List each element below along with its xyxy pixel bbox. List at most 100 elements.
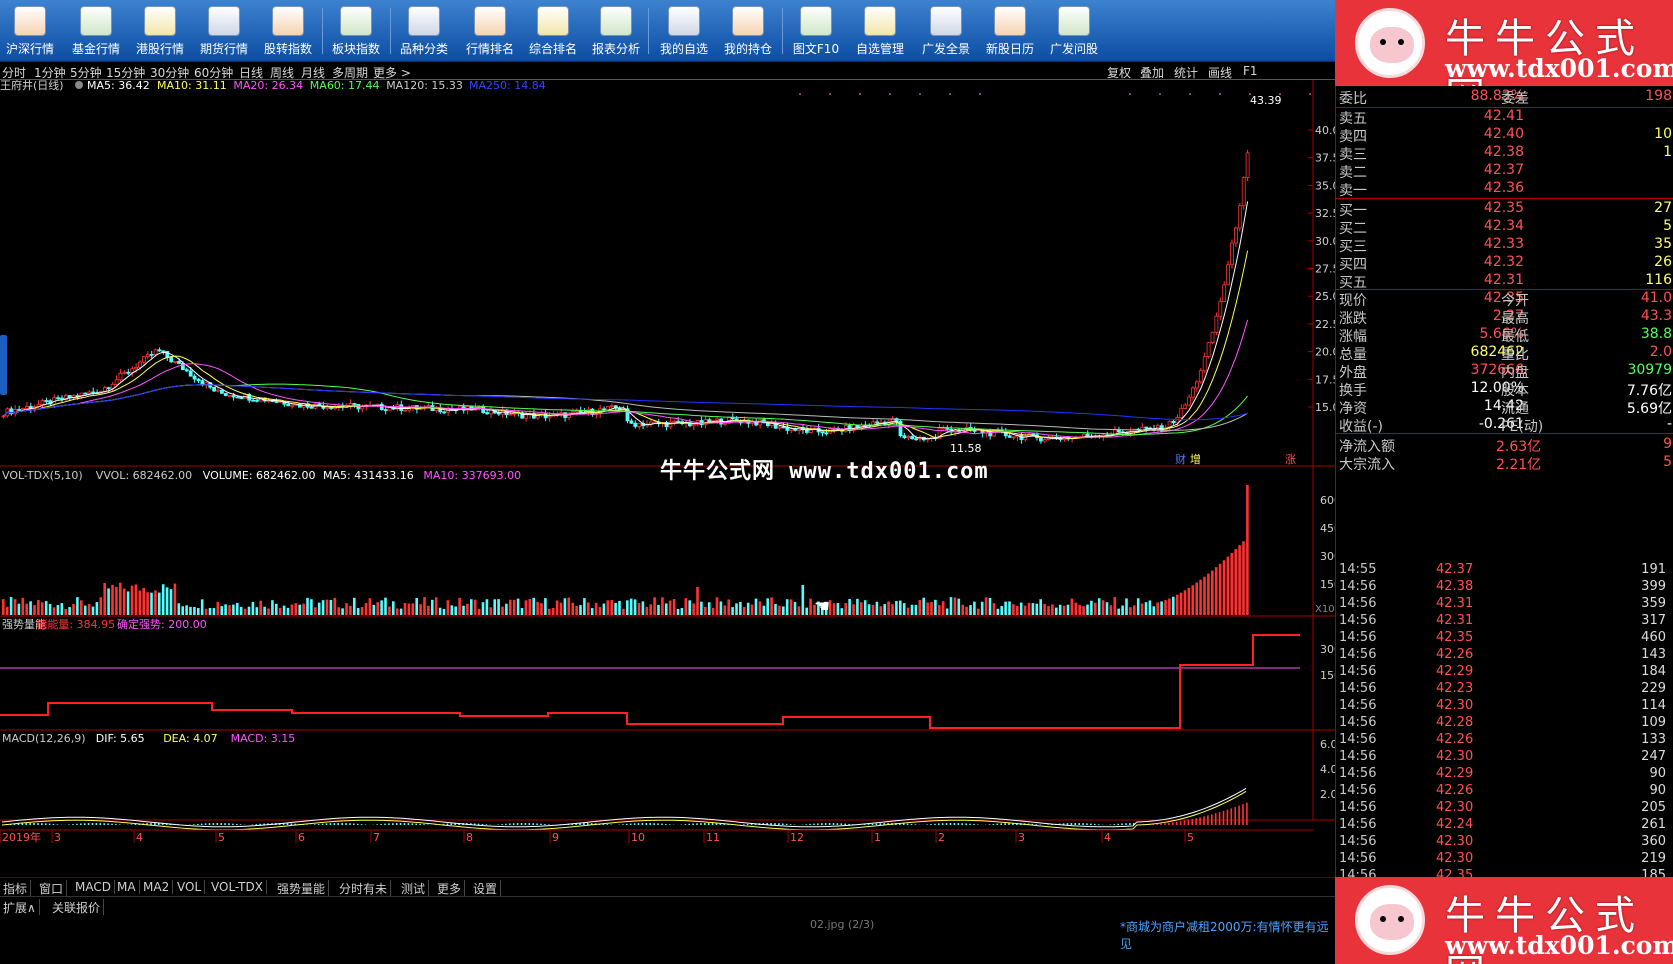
toolbar-button[interactable]: 港股行情 xyxy=(130,4,190,58)
toolbar-button[interactable]: 基金行情 xyxy=(66,4,126,58)
tick-time: 14:56 xyxy=(1339,681,1377,696)
report-icon xyxy=(600,6,632,36)
indicator-tab[interactable]: MA2 xyxy=(140,880,174,894)
macd-bar xyxy=(871,823,874,825)
volume-bar xyxy=(860,602,863,615)
macd-bar xyxy=(403,823,406,825)
chart-tool-button[interactable]: F1 xyxy=(1243,64,1258,78)
volume-bar xyxy=(551,608,555,615)
tick-volume: 360 xyxy=(1641,834,1666,849)
candle-body xyxy=(906,436,911,439)
indicator-legend-item: DIF: 5.65 xyxy=(96,732,145,745)
tick-list[interactable]: 14:55 42.37 191 14:56 42.38 399 14:56 42.31 359 1… xyxy=(1335,562,1673,917)
timeframe-tab[interactable]: 月线 xyxy=(301,64,325,81)
indicator-tab[interactable]: 强势量能 xyxy=(274,880,330,897)
tick-row: 14:56 42.30 219 xyxy=(1336,851,1673,868)
indicator-tab[interactable]: 指标 xyxy=(0,880,32,897)
toolbar-button[interactable]: 综合排名 xyxy=(523,4,583,58)
volume-bar xyxy=(142,587,145,615)
quote-value: 43.3 xyxy=(1640,308,1672,324)
volume-bar xyxy=(1133,605,1136,615)
indicator-tab[interactable]: 更多 xyxy=(434,880,466,897)
macd-bar xyxy=(524,823,527,825)
timeframe-tab[interactable]: 60分钟 xyxy=(194,64,233,81)
timeframe-tab[interactable]: 日线 xyxy=(239,64,263,81)
ma-legend-item: MA120: 15.33 xyxy=(386,80,463,92)
volume-bar xyxy=(197,608,200,615)
tick-time: 14:56 xyxy=(1339,749,1377,764)
toolbar-button[interactable]: 我的持仓 xyxy=(718,4,778,58)
volume-bar xyxy=(353,597,356,615)
indicator-legend-item: MACD: 3.15 xyxy=(231,732,296,745)
volume-bar xyxy=(711,607,715,615)
indicator-tab[interactable]: VOL xyxy=(174,880,206,894)
indicator-tab[interactable]: MACD xyxy=(72,880,115,894)
volume-bar xyxy=(325,599,329,615)
chart-tool-button[interactable]: 画线 xyxy=(1208,64,1232,81)
macd-bar xyxy=(1187,819,1190,825)
timeframe-tab[interactable]: 1分钟 xyxy=(34,64,66,81)
indicator-tab[interactable]: 测试 xyxy=(398,880,430,897)
indicator-tab[interactable]: 分时有未 xyxy=(336,880,392,897)
volume-bar xyxy=(555,600,559,615)
macd-bar xyxy=(1094,823,1096,825)
toolbar-button-label: 广发问股 xyxy=(1049,42,1098,56)
volume-bar xyxy=(1148,600,1152,615)
brand-banner-top: 牛牛公式网 www.tdx001.com xyxy=(1335,0,1673,120)
trading-app: 沪深行情 基金行情 港股行情 期货行情 股转指数 板块指数 品种分类 行情排名 综合排名 报表分析… xyxy=(0,0,1673,964)
timeframe-tab[interactable]: 多周期 xyxy=(332,64,368,81)
ma-legend-item: MA20: 26.34 xyxy=(233,80,303,92)
indicator-tab[interactable]: 窗口 xyxy=(36,880,68,897)
toolbar-button[interactable]: 广发问股 xyxy=(1044,4,1104,58)
volume-bar xyxy=(571,602,574,615)
volume-bar xyxy=(567,597,571,615)
tick-time: 14:56 xyxy=(1339,817,1377,832)
toolbar-button[interactable]: 广发全景 xyxy=(916,4,976,58)
volume-bar xyxy=(692,603,695,615)
toolbar-button[interactable]: 沪深行情 xyxy=(0,4,60,58)
candle-body xyxy=(672,420,677,423)
toolbar-button[interactable]: 新股日历 xyxy=(980,4,1040,58)
brand-url[interactable]: www.tdx001.com xyxy=(1445,931,1673,960)
timeframe-tab[interactable]: 更多 > xyxy=(373,64,411,81)
macd-bar xyxy=(356,823,359,825)
toolbar-button[interactable]: 板块指数 xyxy=(326,4,386,58)
toolbar-button[interactable]: 期货行情 xyxy=(194,4,254,58)
macd-bar xyxy=(415,823,417,825)
timeframe-tab[interactable]: 15分钟 xyxy=(106,64,145,81)
indicator-tab[interactable]: 设置 xyxy=(470,880,502,897)
volume-bar xyxy=(388,606,391,615)
toolbar-button[interactable]: 报表分析 xyxy=(586,4,646,58)
quote-value: 2.0 xyxy=(1649,344,1672,360)
toolbar-button[interactable]: 我的自选 xyxy=(654,4,714,58)
volume-bar xyxy=(189,606,192,615)
indicator-tab[interactable]: VOL-TDX xyxy=(208,880,267,894)
volume-bar xyxy=(224,604,227,615)
tick-time: 14:56 xyxy=(1339,698,1377,713)
brand-url[interactable]: www.tdx001.com xyxy=(1445,54,1673,83)
candle-body xyxy=(789,428,794,431)
macd-bar xyxy=(988,824,991,825)
volume-bar xyxy=(1012,604,1015,615)
chart-tool-button[interactable]: 复权 xyxy=(1107,64,1131,81)
toolbar-button[interactable]: 行情排名 xyxy=(460,4,520,58)
volume-bar xyxy=(1230,552,1234,615)
toolbar-button[interactable]: 自选管理 xyxy=(850,4,910,58)
timeframe-tab[interactable]: 5分钟 xyxy=(70,64,102,81)
timeframe-tab[interactable]: 分时 xyxy=(2,64,26,81)
chart-tool-button[interactable]: 统计 xyxy=(1174,64,1198,81)
toolbar-button[interactable]: 图文F10 xyxy=(786,4,846,58)
indicator-tab[interactable]: MA xyxy=(114,880,140,894)
macd-bar xyxy=(661,823,663,825)
toolbar-button[interactable]: 股转指数 xyxy=(258,4,318,58)
toolbar-button[interactable]: 品种分类 xyxy=(394,4,454,58)
extension-tab[interactable]: 扩展∧ xyxy=(0,899,40,916)
status-notice[interactable]: *商城为商户减租2000万:有情怀更有远见 xyxy=(1120,918,1335,952)
chart-tool-button[interactable]: 叠加 xyxy=(1140,64,1164,81)
timeframe-tab[interactable]: 30分钟 xyxy=(150,64,189,81)
volume-bar xyxy=(1094,602,1097,615)
tick-volume: 219 xyxy=(1641,851,1666,866)
tick-volume: 133 xyxy=(1641,732,1666,747)
extension-tab[interactable]: 关联报价 xyxy=(49,899,105,916)
timeframe-tab[interactable]: 周线 xyxy=(270,64,294,81)
